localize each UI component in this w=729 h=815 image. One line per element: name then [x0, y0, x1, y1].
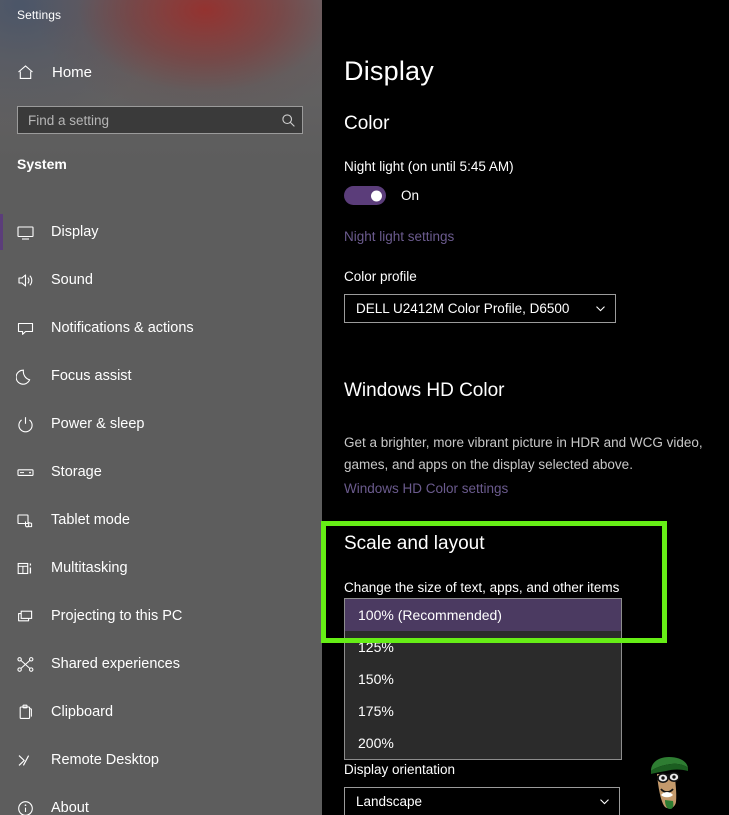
scale-label: Change the size of text, apps, and other…: [344, 580, 619, 595]
sidebar-item-notifications-actions[interactable]: Notifications & actions: [0, 304, 322, 352]
hd-color-description-line2: games, and apps on the display selected …: [344, 456, 633, 474]
power-icon: [16, 415, 44, 434]
scale-and-layout-heading: Scale and layout: [344, 533, 485, 555]
sidebar-item-label: Power & sleep: [51, 416, 145, 432]
sidebar-nav-list: Display Sound: [0, 208, 322, 815]
display-orientation-label: Display orientation: [344, 762, 455, 777]
drive-icon: [16, 463, 44, 482]
multitasking-icon: [16, 559, 44, 578]
windows-hd-color-settings-link[interactable]: Windows HD Color settings: [344, 481, 508, 496]
hd-color-description-line1: Get a brighter, more vibrant picture in …: [344, 434, 703, 452]
sidebar-item-home[interactable]: Home: [0, 57, 322, 88]
scale-option[interactable]: 125%: [345, 631, 621, 663]
sidebar-item-label: Focus assist: [51, 368, 132, 384]
sidebar-item-storage[interactable]: Storage: [0, 448, 322, 496]
hd-color-section-heading: Windows HD Color: [344, 380, 504, 402]
sidebar-item-label: Multitasking: [51, 560, 128, 576]
notification-icon: [16, 319, 44, 338]
sidebar-item-tablet-mode[interactable]: Tablet mode: [0, 496, 322, 544]
night-light-toggle-state: On: [401, 188, 419, 203]
night-light-toggle[interactable]: [344, 186, 386, 205]
search-icon[interactable]: [280, 112, 296, 128]
projecting-icon: [16, 607, 44, 626]
sidebar-item-label: Shared experiences: [51, 656, 180, 672]
search-placeholder: Find a setting: [28, 113, 280, 128]
sidebar-item-display[interactable]: Display: [0, 208, 322, 256]
settings-window: Settings Home Find a setting: [0, 0, 729, 815]
sidebar-item-label: Display: [51, 224, 99, 240]
speaker-icon: [16, 271, 44, 290]
home-icon: [16, 63, 46, 82]
sidebar-item-label: Projecting to this PC: [51, 608, 182, 624]
sidebar-item-multitasking[interactable]: Multitasking: [0, 544, 322, 592]
color-profile-label: Color profile: [344, 269, 417, 284]
sidebar-item-focus-assist[interactable]: Focus assist: [0, 352, 322, 400]
night-light-toggle-row: On: [344, 186, 419, 205]
sidebar-item-label: Storage: [51, 464, 102, 480]
sidebar-item-remote-desktop[interactable]: Remote Desktop: [0, 736, 322, 784]
display-orientation-dropdown[interactable]: Landscape: [344, 787, 620, 815]
monitor-icon: [16, 223, 44, 242]
remote-desktop-icon: [16, 751, 44, 770]
scale-option[interactable]: 150%: [345, 663, 621, 695]
display-orientation-value: Landscape: [356, 794, 597, 809]
chevron-down-icon: [593, 302, 607, 315]
clipboard-icon: [16, 703, 44, 722]
sidebar-item-projecting-to-this-pc[interactable]: Projecting to this PC: [0, 592, 322, 640]
settings-sidebar: Settings Home Find a setting: [0, 0, 322, 815]
sidebar-group-header: System: [17, 156, 67, 172]
sidebar-item-label: Sound: [51, 272, 93, 288]
sidebar-item-shared-experiences[interactable]: Shared experiences: [0, 640, 322, 688]
settings-main-content: Display Color Night light (on until 5:45…: [322, 0, 729, 815]
scale-dropdown-listbox[interactable]: 100% (Recommended) 125% 150% 175% 200%: [344, 598, 622, 760]
moon-icon: [16, 367, 44, 386]
toggle-knob: [371, 190, 382, 201]
scale-option[interactable]: 100% (Recommended): [345, 599, 621, 631]
search-input[interactable]: Find a setting: [17, 106, 303, 134]
sidebar-item-sound[interactable]: Sound: [0, 256, 322, 304]
scale-option[interactable]: 200%: [345, 727, 621, 759]
share-icon: [16, 655, 44, 674]
sidebar-item-label: Notifications & actions: [51, 320, 194, 336]
page-title: Display: [344, 56, 434, 87]
sidebar-home-label: Home: [52, 64, 92, 81]
sidebar-item-about[interactable]: About: [0, 784, 322, 815]
scale-option[interactable]: 175%: [345, 695, 621, 727]
tablet-icon: [16, 511, 44, 530]
sidebar-item-power-sleep[interactable]: Power & sleep: [0, 400, 322, 448]
sidebar-item-clipboard[interactable]: Clipboard: [0, 688, 322, 736]
color-profile-value: DELL U2412M Color Profile, D6500: [356, 301, 593, 316]
night-light-settings-link[interactable]: Night light settings: [344, 229, 454, 244]
sidebar-item-label: Tablet mode: [51, 512, 130, 528]
sidebar-item-label: Clipboard: [51, 704, 113, 720]
sidebar-item-label: About: [51, 800, 89, 815]
night-light-label: Night light (on until 5:45 AM): [344, 159, 514, 174]
info-icon: [16, 799, 44, 815]
color-profile-dropdown[interactable]: DELL U2412M Color Profile, D6500: [344, 294, 616, 323]
chevron-down-icon: [597, 795, 611, 808]
window-title: Settings: [17, 8, 61, 22]
sidebar-item-label: Remote Desktop: [51, 752, 159, 768]
color-section-heading: Color: [344, 113, 389, 135]
